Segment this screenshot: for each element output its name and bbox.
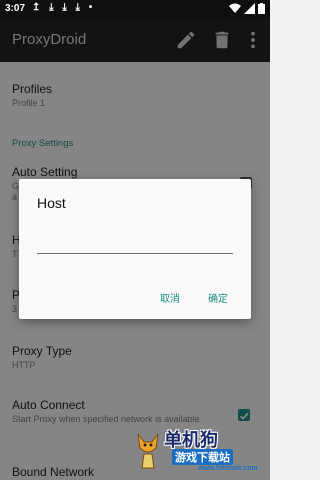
dog-mascot-icon xyxy=(137,433,159,469)
wifi-icon xyxy=(229,3,242,13)
host-dialog: Host 取消 确定 xyxy=(19,179,251,319)
watermark-url: www.fotimeit.com xyxy=(198,465,258,472)
signal-icon xyxy=(244,3,256,14)
watermark-sub: 游戏下载站 xyxy=(172,449,233,465)
status-bar: 3:07 ↥ ⤓ ⤓ ⤓ • xyxy=(0,0,270,18)
host-input[interactable] xyxy=(37,229,233,254)
cancel-button[interactable]: 取消 xyxy=(160,290,180,305)
notification-icons: ↥ ⤓ ⤓ ⤓ • xyxy=(32,2,96,13)
watermark: 单机狗 游戏下载站 www.fotimeit.com xyxy=(128,424,268,478)
status-time: 3:07 xyxy=(5,3,26,14)
ok-button[interactable]: 确定 xyxy=(208,290,228,305)
status-icons xyxy=(229,3,265,14)
battery-icon xyxy=(258,3,265,14)
dialog-title: Host xyxy=(37,195,66,211)
